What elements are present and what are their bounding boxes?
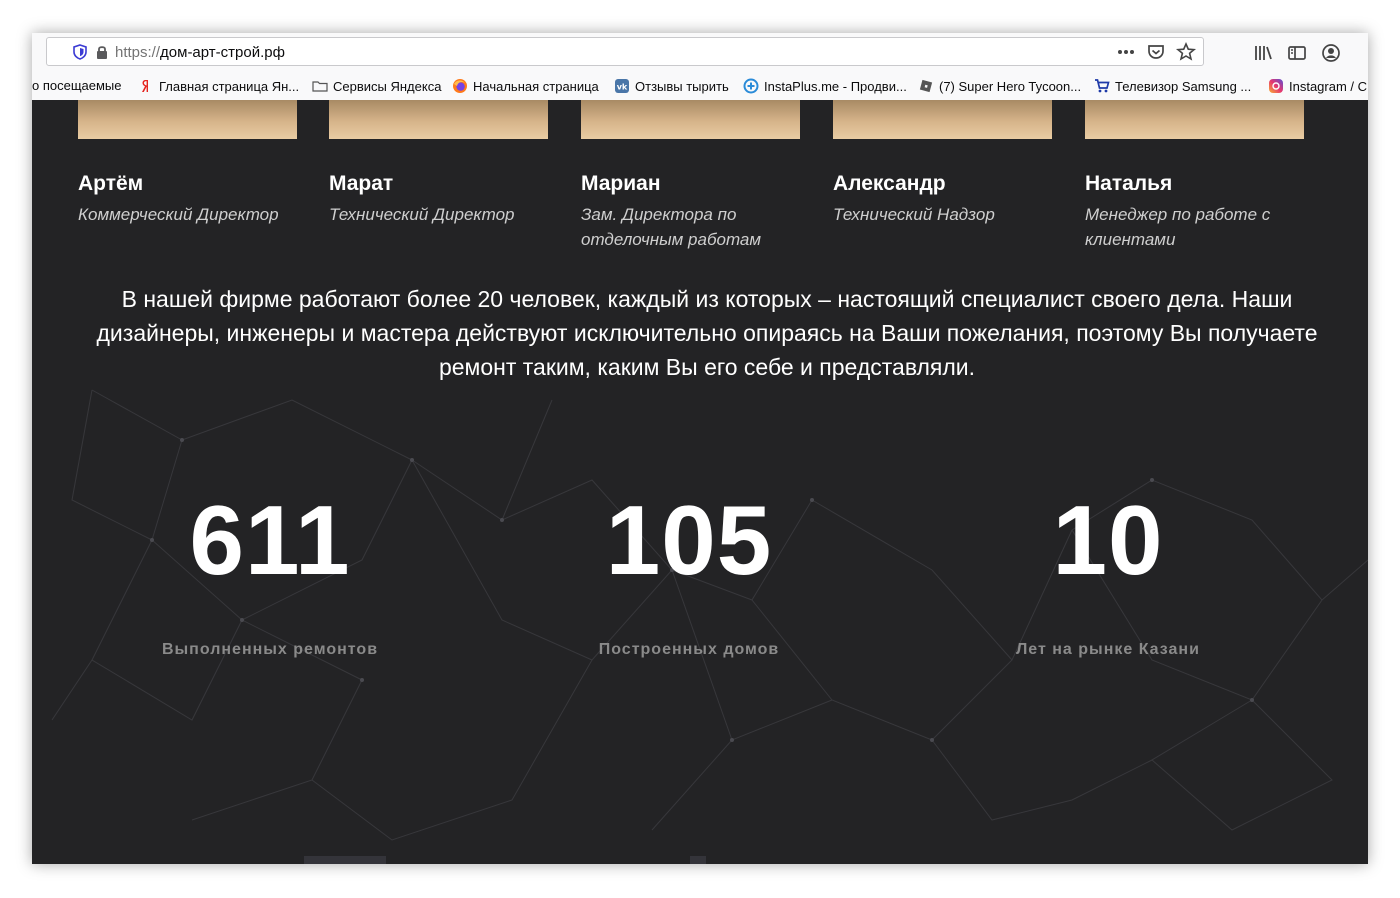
instagram-icon (1268, 78, 1284, 94)
team-photo-artem (78, 100, 297, 139)
team-member-role: Зам. Директора по отделочным работам (581, 205, 762, 249)
team-member-name: Наталья (1085, 172, 1173, 195)
team-photo-natalya (1085, 100, 1304, 139)
svg-text:vk: vk (617, 83, 628, 92)
company-intro-text: В нашей фирме работают более 20 человек,… (96, 286, 1318, 380)
bookmark-yandex-home[interactable]: Главная страница Ян... (138, 78, 299, 94)
stat-years-label: Лет на рынке Казани (1016, 641, 1200, 658)
tracking-protection-shield-icon[interactable] (71, 43, 89, 61)
browser-toolbar: https://дом-арт-строй.рф (32, 33, 1368, 72)
bookmark-vk-reviews[interactable]: vk Отзывы тырить (614, 78, 729, 94)
team-member-name: Артём (78, 172, 144, 195)
url-bar[interactable]: https://дом-арт-строй.рф (46, 37, 1204, 66)
url-text[interactable]: https://дом-арт-строй.рф (115, 44, 285, 61)
team-member-role: Технический Надзор (833, 205, 995, 224)
next-section-edge (690, 856, 706, 864)
team-photo-marian (581, 100, 800, 139)
browser-window: https://дом-арт-строй.рф о посещаемые Гл… (32, 33, 1368, 864)
stat-repairs-label: Выполненных ремонтов (161, 641, 379, 658)
sidebar-icon[interactable] (1286, 42, 1308, 64)
team-member-role: Менеджер по работе с клиентами (1085, 205, 1271, 249)
team-member-name: Марат (329, 172, 394, 195)
stat-houses-label: Построенных домов (598, 641, 780, 658)
stat-years-value: 10 (1052, 485, 1164, 595)
team-member-role: Коммерческий Директор (78, 205, 279, 224)
next-section-edge (304, 856, 386, 864)
page-actions-menu-icon[interactable] (1115, 41, 1137, 63)
bookmark-super-hero-tycoon[interactable]: (7) Super Hero Tycoon... (918, 78, 1081, 94)
team-member-role: Технический Директор (329, 205, 515, 224)
team-member-name: Мариан (581, 172, 661, 195)
bookmark-instagram[interactable]: Instagram / C (1268, 78, 1367, 94)
yandex-icon (138, 78, 154, 94)
roblox-icon (918, 78, 934, 94)
bookmark-instaplus[interactable]: InstaPlus.me - Продви... (743, 78, 907, 94)
folder-icon (312, 78, 328, 94)
bookmark-start-page[interactable]: Начальная страница (452, 78, 599, 94)
vk-icon: vk (614, 78, 630, 94)
bookmark-yandex-services[interactable]: Сервисы Яндекса (312, 78, 441, 94)
bookmark-star-icon[interactable] (1175, 41, 1197, 63)
bookmarks-toolbar: о посещаемые Главная страница Ян... Серв… (32, 72, 1368, 101)
lock-icon[interactable] (93, 43, 111, 61)
team-photo-alexandr (833, 100, 1052, 139)
bookmark-most-visited[interactable]: о посещаемые (32, 78, 122, 93)
stat-houses-value: 105 (605, 485, 773, 595)
account-icon[interactable] (1320, 42, 1342, 64)
instaplus-icon (743, 78, 759, 94)
library-icon[interactable] (1252, 42, 1274, 64)
cart-icon (1094, 78, 1110, 94)
bookmark-samsung-tv[interactable]: Телевизор Samsung ... (1094, 78, 1251, 94)
firefox-icon (452, 78, 468, 94)
team-photo-marat (329, 100, 548, 139)
web-page: Артём Коммерческий Директор Марат Технич… (32, 100, 1368, 864)
pocket-icon[interactable] (1145, 41, 1167, 63)
stat-repairs-value: 611 (189, 485, 351, 595)
team-member-name: Александр (833, 172, 946, 195)
